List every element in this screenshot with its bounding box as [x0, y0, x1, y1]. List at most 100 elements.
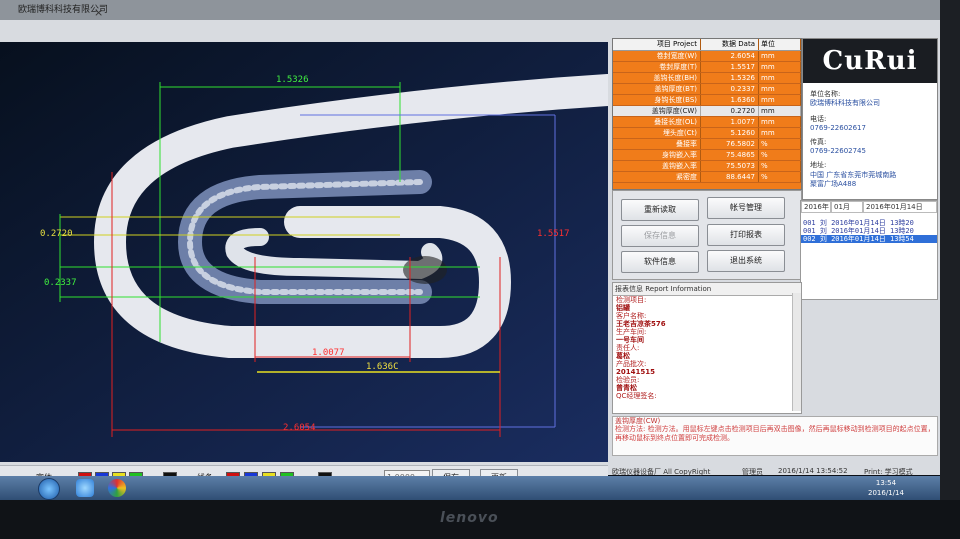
cell-unit: % [759, 172, 801, 182]
cell-value: 1.6360 [701, 95, 759, 105]
address-line-2: 聚富广场A488 [810, 180, 857, 188]
label-left-upper: 0.2720 [40, 229, 73, 239]
table-row[interactable]: 紧密度 88.6447% [613, 172, 801, 183]
table-empty-area [613, 183, 801, 189]
cell-item: 盖钩长度(BH) [613, 73, 701, 83]
report-field-value: 铝罐 [616, 304, 630, 312]
col-project: 项目 Project [613, 39, 701, 50]
close-icon[interactable]: × [94, 6, 103, 19]
records-panel: 2016年 01月 2016年01月14日 001 刘 2016年01月14日 … [800, 200, 938, 300]
action-panel: 重新读取 帐号管理 保存信息 打印报表 软件信息 退出系统 [612, 190, 802, 280]
cell-unit: % [759, 161, 801, 171]
report-field-value: 一号车间 [616, 336, 644, 344]
report-field-label: 责任人: [616, 344, 640, 352]
tray-date: 2016/1/14 [868, 489, 904, 497]
reload-button[interactable]: 重新读取 [621, 199, 699, 221]
report-field-label: 客户名称: [616, 312, 647, 320]
report-field-value: 20141515 [616, 368, 655, 376]
report-field-value: 曾青松 [616, 384, 637, 392]
table-row[interactable]: 叠接率 76.5802% [613, 139, 801, 150]
company-name: 欧瑞博科科技有限公司 [810, 99, 880, 107]
table-row[interactable]: 盖钩嵌入率 75.5073% [613, 161, 801, 172]
print-button[interactable]: 打印报表 [707, 224, 785, 246]
cell-value: 1.5517 [701, 62, 759, 72]
cell-item: 盖钩嵌入率 [613, 161, 701, 171]
cell-unit: mm [759, 84, 801, 94]
table-row[interactable]: 盖钩长度(BH) 1.5326 mm [613, 73, 801, 84]
cell-item: 身钩嵌入率 [613, 150, 701, 160]
media-player-icon[interactable] [108, 479, 126, 497]
cell-item: 叠接长度(OL) [613, 117, 701, 127]
report-scrollbar[interactable] [792, 293, 801, 411]
measurement-image[interactable]: 1.5326 0.2720 0.2337 1.5517 1.0077 1.636… [0, 42, 608, 462]
save-info-button[interactable]: 保存信息 [621, 225, 699, 247]
report-field-label: 检验员: [616, 376, 640, 384]
report-panel: 报表信息 Report Information 检测项目: 铝罐 客户名称: 王老吉凉… [612, 282, 802, 414]
table-row[interactable]: 身钩长度(BS) 1.6360 mm [613, 95, 801, 106]
cell-unit: mm [759, 117, 801, 127]
cell-value: 0.2337 [701, 84, 759, 94]
phone-label: 电话: [810, 115, 827, 123]
report-field-label: 检测项目: [616, 296, 647, 304]
cell-item: 卷封厚度(T) [613, 62, 701, 72]
cell-unit: mm [759, 73, 801, 83]
monitor-bezel-right [940, 0, 960, 500]
cell-value: 0.2720 [701, 106, 759, 116]
cell-item: 紧密度 [613, 172, 701, 182]
table-row[interactable]: 卷封厚度(T) 1.5517 mm [613, 62, 801, 73]
cell-unit: mm [759, 62, 801, 72]
col-unit: 单位 [759, 39, 801, 50]
address-label: 地址: [810, 161, 827, 169]
tray-time: 13:54 [875, 479, 897, 487]
instruction-text: 检测方法: 检测方法。用鼠标左键点击检测项目后再双击图像，然后再鼠标移动到检测项… [615, 425, 935, 442]
date-picker[interactable]: 2016年01月14日 [863, 201, 937, 213]
label-left-lower: 0.2337 [44, 278, 77, 288]
table-row[interactable]: 盖钩厚度(BT) 0.2337 mm [613, 84, 801, 95]
status-datetime: 2016/1/14 13:54:52 [778, 467, 848, 475]
report-field-value: 王老吉凉茶576 [616, 320, 666, 328]
start-orb-icon[interactable] [38, 478, 60, 500]
brand-logo: CuRui [803, 39, 937, 83]
table-row[interactable]: 盖钩厚度(CW) 0.2720 mm [613, 106, 801, 117]
report-field-label: 生产车间: [616, 328, 647, 336]
cell-item: 盖钩厚度(CW) [613, 106, 701, 116]
table-row[interactable]: 卷封宽度(W) 2.6054 mm [613, 51, 801, 62]
cell-item: 埋头度(Ct) [613, 128, 701, 138]
table-header: 项目 Project 数据 Data 单位 [613, 39, 801, 51]
cell-unit: mm [759, 106, 801, 116]
monitor-brand: lenovo [440, 510, 499, 526]
record-item[interactable]: 001 刘 2016年01月14日 13時20 [801, 219, 937, 227]
table-row[interactable]: 叠接长度(OL) 1.0077 mm [613, 117, 801, 128]
software-info-button[interactable]: 软件信息 [621, 251, 699, 273]
cell-value: 5.1260 [701, 128, 759, 138]
cell-value: 75.4865 [701, 150, 759, 160]
company-panel: CuRui 单位名称: 欧瑞博科科技有限公司 电话: 0769-22602617… [802, 38, 938, 200]
cell-unit: mm [759, 51, 801, 61]
browser-icon[interactable] [76, 479, 94, 497]
year-select[interactable]: 2016年 [801, 201, 831, 213]
seam-cross-section [0, 42, 608, 462]
records-filter: 2016年 01月 2016年01月14日 [801, 201, 937, 213]
measurement-table: 项目 Project 数据 Data 单位 卷封宽度(W) 2.6054 mm 卷封厚… [612, 38, 802, 190]
tray-clock[interactable]: 13:54 2016/1/14 [868, 478, 904, 498]
cell-value: 1.0077 [701, 117, 759, 127]
label-right-height: 1.5517 [537, 229, 570, 239]
table-row[interactable]: 身钩嵌入率 75.4865% [613, 150, 801, 161]
record-item[interactable]: 002 刘 2016年01月14日 13時54 [801, 235, 937, 243]
col-data: 数据 Data [701, 39, 759, 50]
label-top-width: 1.5326 [276, 75, 309, 85]
record-item[interactable]: 001 刘 2016年01月14日 13時20 [801, 227, 937, 235]
cell-value: 1.5326 [701, 73, 759, 83]
cell-item: 身钩长度(BS) [613, 95, 701, 105]
exit-button[interactable]: 退出系统 [707, 250, 785, 272]
account-button[interactable]: 帐号管理 [707, 197, 785, 219]
table-row[interactable]: 埋头度(Ct) 5.1260 mm [613, 128, 801, 139]
cell-unit: % [759, 139, 801, 149]
label-mid-length: 1.636C [366, 362, 399, 372]
report-field-value: 葛松 [616, 352, 630, 360]
report-field-label: 产品批次: [616, 360, 647, 368]
cell-value: 76.5802 [701, 139, 759, 149]
report-title: 报表信息 Report Information [613, 283, 801, 296]
month-select[interactable]: 01月 [831, 201, 863, 213]
instruction-box: 盖钩厚度(CW) 检测方法: 检测方法。用鼠标左键点击检测项目后再双击图像，然后… [612, 416, 938, 456]
